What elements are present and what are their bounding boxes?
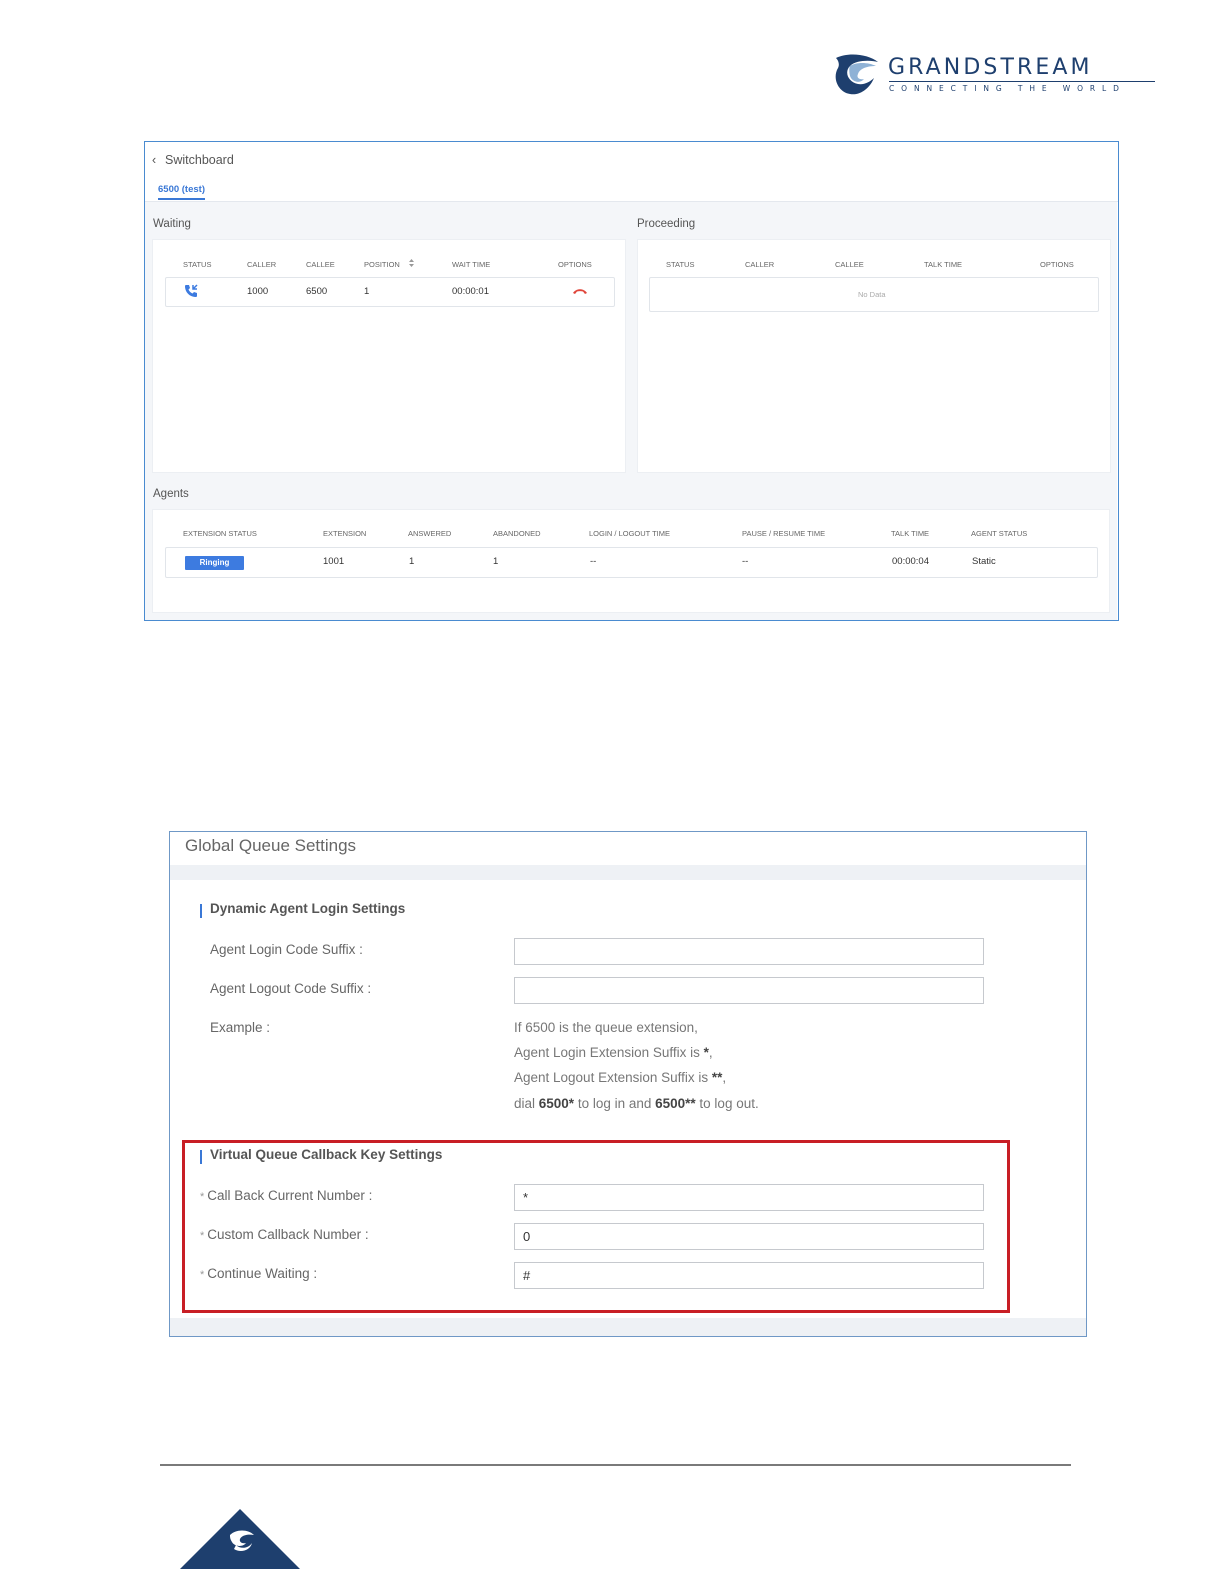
page-title: Global Queue Settings <box>185 836 357 855</box>
column-header: LOGIN / LOGOUT TIME <box>589 529 670 538</box>
agent-logout-suffix-label: Agent Logout Code Suffix : <box>210 981 372 996</box>
example-line: If 6500 is the queue extension, <box>514 1020 698 1035</box>
table-row: Ringing 1001 1 1 -- -- 00:00:04 Static <box>165 547 1098 578</box>
column-header: AGENT STATUS <box>971 529 1028 538</box>
column-header: ABANDONED <box>493 529 541 538</box>
field-label-text: Custom Callback Number : <box>207 1227 369 1242</box>
talk-time-cell: 00:00:04 <box>892 556 929 567</box>
agent-logout-suffix-input[interactable] <box>514 977 984 1004</box>
brand-rule <box>889 81 1155 82</box>
custom-callback-number-input[interactable] <box>514 1223 984 1250</box>
custom-callback-number-label: * Custom Callback Number : <box>200 1227 369 1242</box>
login-logout-cell: -- <box>590 556 597 567</box>
chevron-left-icon[interactable]: ‹ <box>152 153 156 167</box>
proceeding-pane: STATUS CALLER CALLEE TALK TIME OPTIONS N… <box>637 239 1111 473</box>
brand-name: GRANDSTREAM <box>888 55 1093 80</box>
column-header: OPTIONS <box>1040 260 1074 269</box>
position-cell: 1 <box>364 286 370 297</box>
example-text: , <box>708 1045 713 1060</box>
example-text: to log out. <box>695 1096 759 1111</box>
agent-login-suffix-input[interactable] <box>514 938 984 965</box>
grandstream-swirl-icon <box>835 54 878 95</box>
switchboard-body: Waiting Proceeding STATUS CALLER CALLEE … <box>145 202 1117 620</box>
page-title: Switchboard <box>165 153 234 167</box>
incoming-call-icon <box>185 284 198 297</box>
section-heading-callback-keys: Virtual Queue Callback Key Settings <box>210 1147 443 1162</box>
required-mark: * <box>200 1269 205 1281</box>
column-header: CALLEE <box>306 260 335 269</box>
waiting-pane: STATUS CALLER CALLEE POSITION WAIT TIME … <box>152 239 626 473</box>
extension-cell: 1001 <box>323 556 345 567</box>
column-header: CALLER <box>745 260 775 269</box>
example-line: Agent Logout Extension Suffix is **, <box>514 1070 726 1085</box>
column-header: WAIT TIME <box>452 260 491 269</box>
required-mark: * <box>200 1191 205 1203</box>
column-header: CALLEE <box>835 260 864 269</box>
callee-cell: 6500 <box>306 286 328 297</box>
agent-login-suffix-label: Agent Login Code Suffix : <box>210 942 363 957</box>
column-header-sortable[interactable]: POSITION <box>364 260 400 269</box>
table-row: 1000 6500 1 00:00:01 <box>165 277 615 307</box>
agent-status-cell: Static <box>972 556 996 567</box>
required-mark: * <box>200 1230 205 1242</box>
column-header: ANSWERED <box>408 529 452 538</box>
tab-queue[interactable]: 6500 (test) <box>158 184 205 200</box>
switchboard-panel: ‹ Switchboard 6500 (test) Waiting Procee… <box>144 141 1119 621</box>
pause-resume-cell: -- <box>742 556 749 567</box>
column-header: OPTIONS <box>558 260 592 269</box>
example-text: to log in and <box>574 1096 656 1111</box>
header-divider <box>170 865 1086 880</box>
continue-waiting-label: * Continue Waiting : <box>200 1266 317 1281</box>
answered-cell: 1 <box>409 556 415 567</box>
agents-pane: EXTENSION STATUS EXTENSION ANSWERED ABAN… <box>152 509 1110 613</box>
example-text: , <box>722 1070 727 1085</box>
grandstream-logo: GRANDSTREAM CONNECTING THE WORLD <box>834 54 1164 98</box>
hang-up-icon[interactable] <box>572 287 588 295</box>
column-header: EXTENSION <box>323 529 367 538</box>
column-header: CALLER <box>247 260 277 269</box>
footer-divider <box>170 1318 1086 1336</box>
example-code: ** <box>711 1070 723 1085</box>
global-queue-settings-panel: Global Queue Settings Dynamic Agent Logi… <box>169 831 1087 1337</box>
column-header: PAUSE / RESUME TIME <box>742 529 826 538</box>
abandoned-cell: 1 <box>493 556 499 567</box>
agents-title: Agents <box>153 488 189 500</box>
section-heading-dynamic-login: Dynamic Agent Login Settings <box>210 901 406 916</box>
switchboard-header: ‹ Switchboard 6500 (test) <box>145 142 1118 202</box>
column-header: EXTENSION STATUS <box>183 529 257 538</box>
field-label-text: Call Back Current Number : <box>207 1188 373 1203</box>
example-code: 6500* <box>538 1096 575 1111</box>
column-header: STATUS <box>666 260 695 269</box>
footer-rule <box>160 1464 1071 1466</box>
sort-icon[interactable] <box>409 259 414 267</box>
column-header: TALK TIME <box>924 260 963 269</box>
example-code: 6500** <box>655 1096 696 1111</box>
example-line: Agent Login Extension Suffix is *, <box>514 1045 713 1060</box>
brand-tagline: CONNECTING THE WORLD <box>889 84 1126 93</box>
column-header: TALK TIME <box>891 529 930 538</box>
section-marker <box>200 904 202 918</box>
waiting-title: Waiting <box>153 218 191 230</box>
call-back-current-number-label: * Call Back Current Number : <box>200 1188 372 1203</box>
status-badge: Ringing <box>185 556 244 570</box>
wait-time-cell: 00:00:01 <box>452 286 489 297</box>
grandstream-triangle-icon <box>180 1509 300 1569</box>
field-label-text: Continue Waiting : <box>207 1266 318 1281</box>
no-data-text: No Data <box>858 290 886 299</box>
empty-table: No Data <box>649 277 1099 312</box>
proceeding-title: Proceeding <box>637 218 696 230</box>
example-label: Example : <box>210 1020 271 1035</box>
example-text: Agent Login Extension Suffix is <box>514 1045 704 1060</box>
continue-waiting-input[interactable] <box>514 1262 984 1289</box>
caller-cell: 1000 <box>247 286 269 297</box>
section-marker <box>200 1150 202 1164</box>
call-back-current-number-input[interactable] <box>514 1184 984 1211</box>
example-text: Agent Logout Extension Suffix is <box>514 1070 712 1085</box>
example-line: dial 6500* to log in and 6500** to log o… <box>514 1096 759 1111</box>
column-header: STATUS <box>183 260 212 269</box>
example-text: dial <box>514 1096 539 1111</box>
